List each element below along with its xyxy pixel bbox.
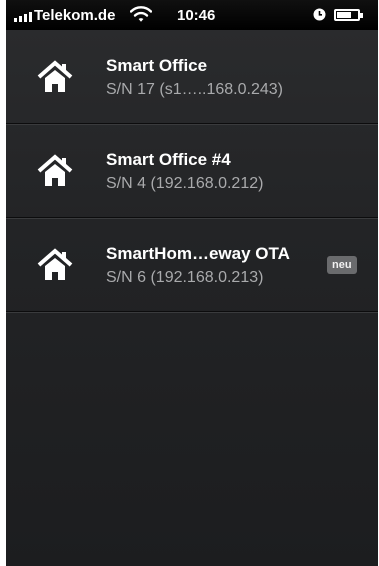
device-serial: S/N 4 (192.168.0.212): [106, 175, 264, 192]
device-serial: S/N 6 (192.168.0.213): [106, 269, 264, 286]
battery-icon: [334, 9, 360, 21]
device-name: Smart Office #4: [106, 150, 231, 169]
list-item[interactable]: Smart Office #4 S/N 4 (192.168.0.212): [6, 124, 378, 218]
home-icon: [37, 60, 73, 92]
home-icon: [37, 248, 73, 280]
phone-screen: Telekom.de 10:46 Smart Office S/N 17 (s1…: [6, 0, 378, 566]
new-badge: neu: [327, 256, 357, 274]
list-item[interactable]: Smart Office S/N 17 (s1…..168.0.243): [6, 30, 378, 124]
alarm-clock-icon: [313, 8, 326, 21]
device-list: Smart Office S/N 17 (s1…..168.0.243) Sma…: [6, 30, 378, 312]
wifi-icon: [130, 6, 152, 22]
signal-bars-icon: [14, 11, 32, 22]
battery-tip: [360, 13, 363, 18]
device-serial: S/N 17 (s1…..168.0.243): [106, 81, 283, 98]
carrier-name: Telekom.de: [34, 7, 116, 24]
device-name: Smart Office: [106, 56, 208, 75]
status-time: 10:46: [177, 7, 216, 24]
status-bar: Telekom.de 10:46: [6, 0, 378, 30]
list-item[interactable]: SmartHom…eway OTA S/N 6 (192.168.0.213) …: [6, 218, 378, 312]
home-icon: [37, 154, 73, 186]
device-name: SmartHom…eway OTA: [106, 244, 290, 263]
